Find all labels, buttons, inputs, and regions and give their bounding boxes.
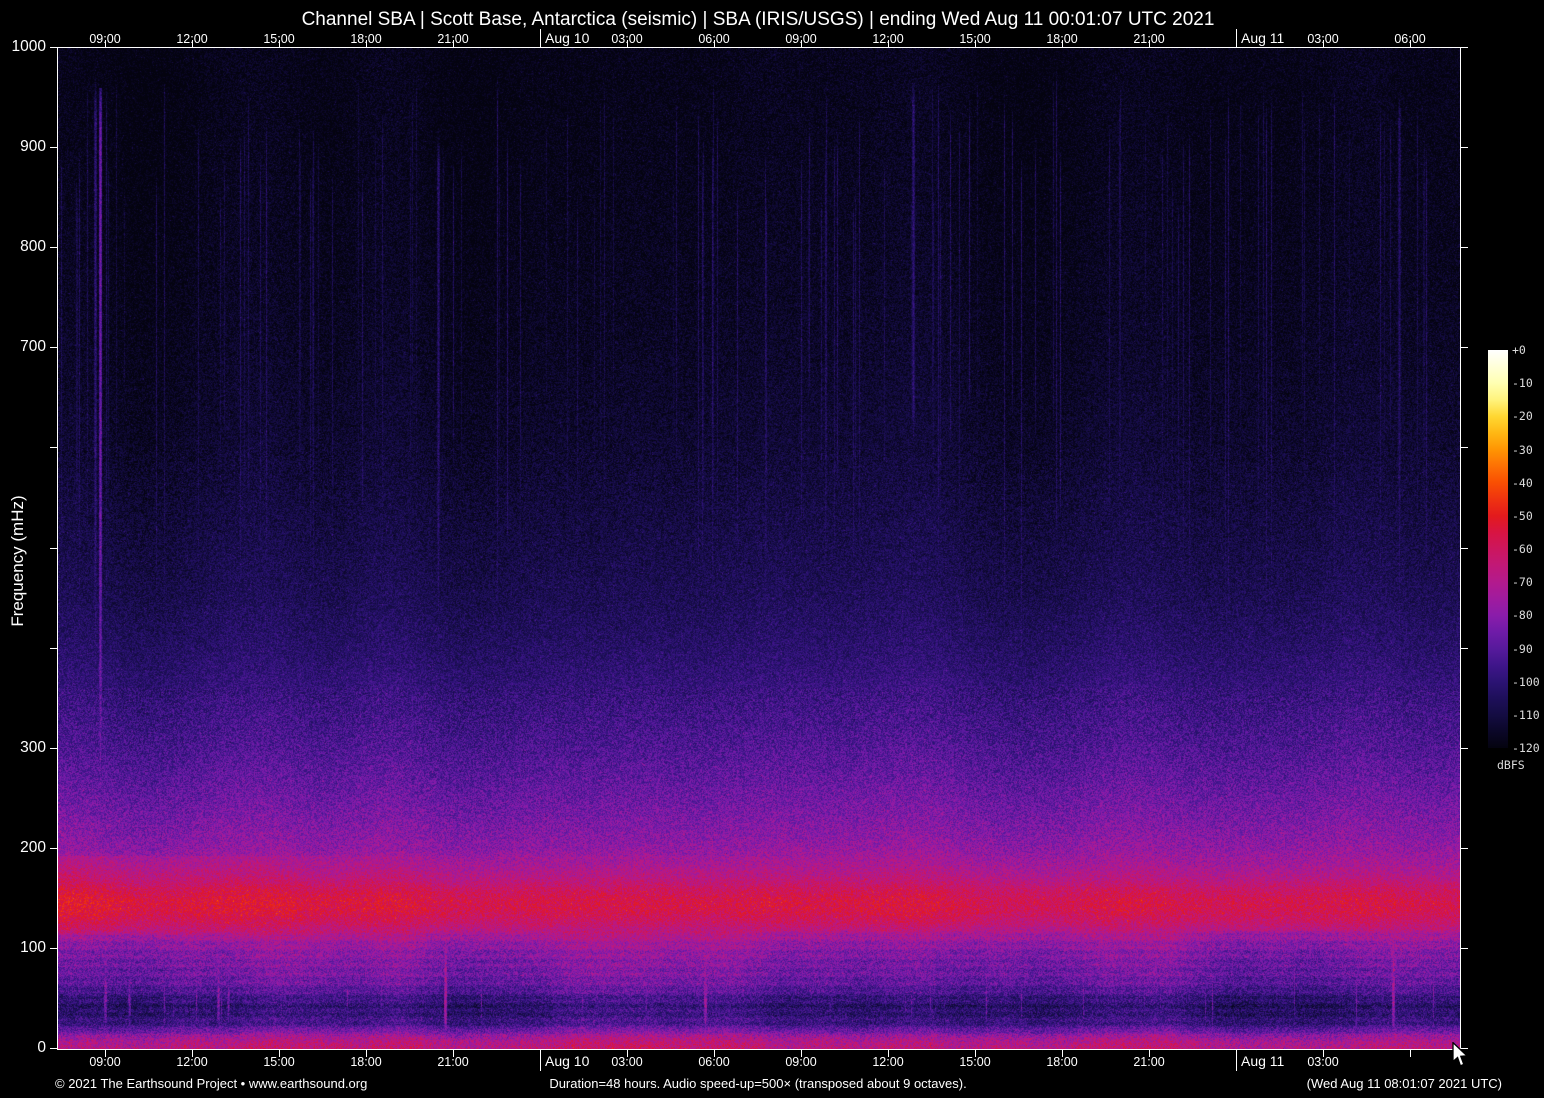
colorbar-gradient	[1488, 350, 1508, 748]
x-tick-label-top: 06:00	[698, 32, 730, 46]
y-tick-right	[1461, 948, 1468, 949]
x-tick-label-bottom: Aug 10	[545, 1053, 590, 1069]
x-tick-label-top: Aug 11	[1241, 30, 1285, 46]
y-tick-right	[1461, 147, 1468, 148]
x-tick-label-top: 15:00	[263, 32, 295, 46]
y-tick-left	[50, 548, 57, 549]
y-tick-left	[50, 648, 57, 649]
colorbar-tick-label: -110	[1512, 707, 1540, 722]
x-tick-label-bottom: 21:00	[437, 1055, 469, 1069]
footer-render-timestamp: (Wed Aug 11 08:01:07 2021 UTC)	[1306, 1076, 1502, 1091]
spectrogram-canvas	[58, 48, 1460, 1049]
y-tick-label: 700	[20, 338, 46, 355]
y-tick-left	[50, 948, 57, 949]
x-tick-label-bottom: 18:00	[1046, 1055, 1078, 1069]
colorbar-tick-label: -10	[1512, 376, 1533, 391]
y-tick-left	[50, 347, 57, 348]
x-tick-label-bottom: 15:00	[263, 1055, 295, 1069]
y-tick-label: 300	[20, 739, 46, 756]
y-tick-left	[50, 848, 57, 849]
x-tick-label-top: 21:00	[437, 32, 469, 46]
colorbar-tick-label: -40	[1512, 475, 1533, 490]
x-tick-label-top: 12:00	[176, 32, 208, 46]
x-tick-label-bottom: 21:00	[1133, 1055, 1165, 1069]
y-tick-right	[1461, 247, 1468, 248]
y-tick-left	[50, 47, 57, 48]
colorbar-tick-label: -20	[1512, 409, 1533, 424]
colorbar-tick-label: -50	[1512, 508, 1533, 523]
x-tick-top	[1236, 29, 1237, 47]
y-tick-right	[1461, 347, 1468, 348]
plot-area	[57, 47, 1461, 1050]
x-tick-label-bottom: Aug 11	[1241, 1053, 1285, 1069]
colorbar-tick-label: -100	[1512, 674, 1540, 689]
x-tick-label-bottom: 09:00	[785, 1055, 817, 1069]
colorbar-tick-label: -70	[1512, 575, 1533, 590]
colorbar-tick-label: +0	[1512, 343, 1526, 357]
colorbar-tick-label: -60	[1512, 542, 1533, 556]
y-tick-left	[50, 247, 57, 248]
y-tick-right	[1461, 447, 1468, 448]
x-tick-label-bottom: 12:00	[872, 1055, 904, 1069]
x-tick-label-top: 18:00	[1046, 32, 1078, 46]
x-tick-label-top: 03:00	[611, 32, 643, 46]
y-tick-right	[1461, 548, 1468, 549]
x-tick-top	[540, 29, 541, 47]
colorbar-tick-label: -80	[1512, 608, 1533, 623]
y-tick-right	[1461, 47, 1468, 48]
colorbar-tick-label: -90	[1512, 641, 1533, 656]
y-tick-right	[1461, 848, 1468, 849]
y-tick-label: 200	[20, 839, 46, 856]
colorbar-tick-label: -30	[1512, 442, 1533, 457]
y-tick-left	[50, 1048, 57, 1049]
x-tick-label-top: Aug 10	[545, 30, 590, 46]
x-tick-label-top: 06:00	[1394, 32, 1426, 46]
x-tick-label-top: 12:00	[872, 32, 904, 46]
x-tick-label-top: 15:00	[959, 32, 991, 46]
x-tick-bottom	[540, 1050, 541, 1071]
colorbar-unit-label: dBFS	[1497, 758, 1525, 772]
x-tick-label-bottom: 18:00	[350, 1055, 382, 1069]
mouse-cursor-icon	[1452, 1042, 1468, 1067]
x-tick-label-bottom: 03:00	[1307, 1055, 1339, 1069]
colorbar-tick-label: -120	[1512, 741, 1540, 755]
y-tick-label: 0	[37, 1039, 46, 1056]
x-tick-label-top: 09:00	[785, 32, 817, 46]
y-tick-label: 1000	[11, 38, 46, 55]
y-tick-left	[50, 748, 57, 749]
x-tick-label-top: 21:00	[1133, 32, 1165, 46]
x-tick-bottom	[1410, 1050, 1411, 1057]
y-tick-label: 900	[20, 138, 46, 155]
y-axis-title: Frequency (mHz)	[8, 495, 27, 627]
y-tick-right	[1461, 648, 1468, 649]
y-tick-label: 100	[20, 939, 46, 956]
x-tick-label-bottom: 15:00	[959, 1055, 991, 1069]
spectrogram-page: Channel SBA | Scott Base, Antarctica (se…	[0, 0, 1544, 1098]
x-tick-label-top: 03:00	[1307, 32, 1339, 46]
x-tick-label-bottom: 12:00	[176, 1055, 208, 1069]
y-tick-left	[50, 147, 57, 148]
y-tick-right	[1461, 748, 1468, 749]
y-tick-label: 800	[20, 238, 46, 255]
x-tick-label-top: 18:00	[350, 32, 382, 46]
y-tick-left	[50, 447, 57, 448]
x-tick-label-bottom: 06:00	[698, 1055, 730, 1069]
x-tick-bottom	[1236, 1050, 1237, 1071]
page-title: Channel SBA | Scott Base, Antarctica (se…	[301, 9, 1215, 30]
x-tick-label-bottom: 03:00	[611, 1055, 643, 1069]
x-tick-label-top: 09:00	[89, 32, 121, 46]
footer-duration-note: Duration=48 hours. Audio speed-up=500× (…	[549, 1076, 967, 1091]
x-tick-label-bottom: 09:00	[89, 1055, 121, 1069]
